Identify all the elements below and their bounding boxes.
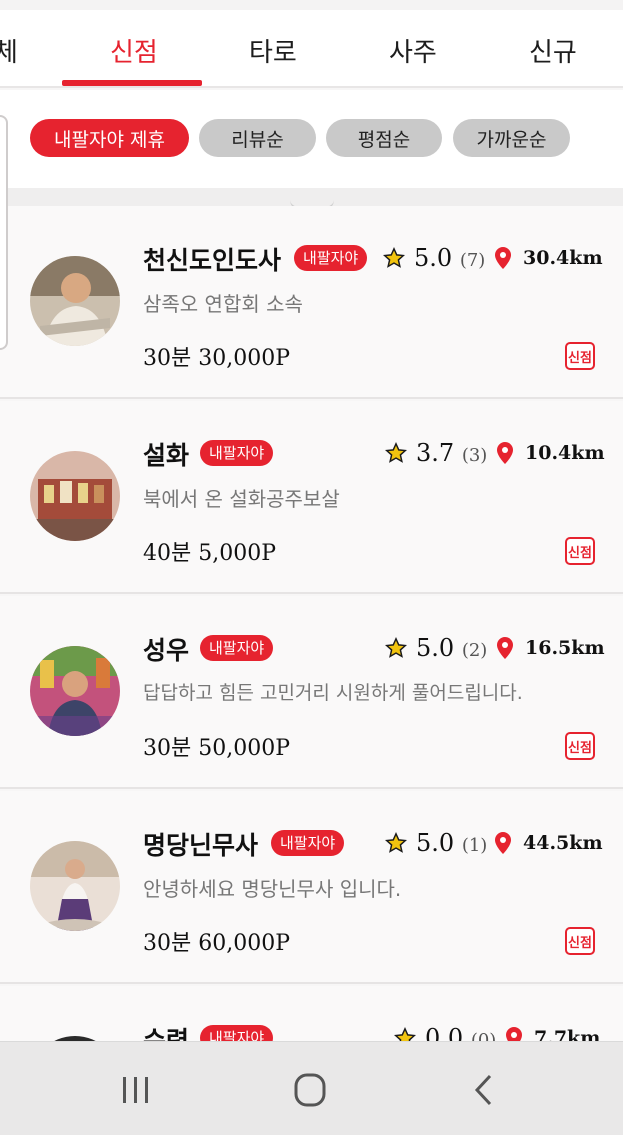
listing-name: 설화 (143, 441, 190, 470)
tab-new[interactable]: 신규 (529, 32, 577, 69)
filter-review-chip[interactable]: 리뷰순 (199, 119, 316, 157)
star-icon (385, 442, 407, 463)
rating-value: 5.0 (7) (414, 244, 486, 272)
price-label: 30분 60,000P (143, 931, 291, 956)
listing-description: 답답하고 힘든 고민거리 시원하게 풀어드립니다. (143, 682, 523, 704)
listing-card[interactable]: 성우 내팔자야 5.0 (2) 16.5km 답답하고 힘든 고민거리 시원하게… (0, 596, 623, 789)
filter-distance-chip[interactable]: 가까운순 (453, 119, 570, 157)
listing-card[interactable]: 설화 내팔자야 3.7 (3) 10.4km 북에서 온 설화공주보살 40분 … (0, 401, 623, 594)
listing-name: 천신도인도사 (143, 246, 282, 275)
partner-badge: 내팔자야 (200, 440, 274, 466)
location-pin-icon (497, 637, 513, 659)
tab-shinjeom[interactable]: 신점 (110, 32, 158, 69)
tab-all[interactable]: 체 (0, 32, 18, 69)
partner-badge: 내팔자야 (200, 635, 274, 661)
listing-card[interactable]: 천신도인도사 내팔자야 5.0 (7) 30.4km 삼족오 연합회 소속 30… (0, 206, 623, 399)
location-pin-icon (495, 832, 511, 854)
distance-value: 16.5km (525, 637, 605, 659)
avatar (30, 256, 120, 346)
status-strip (0, 0, 623, 10)
system-navigation-bar (0, 1041, 623, 1135)
distance-value: 30.4km (523, 247, 603, 269)
location-pin-icon (497, 442, 513, 464)
category-stamp: 신점 (565, 342, 595, 370)
filter-rating-chip[interactable]: 평점순 (326, 119, 442, 157)
location-pin-icon (495, 247, 511, 269)
tab-saju[interactable]: 사주 (389, 32, 437, 69)
avatar (30, 841, 120, 931)
star-icon (383, 247, 405, 268)
listing-description: 삼족오 연합회 소속 (143, 292, 303, 316)
avatar (30, 451, 120, 541)
rating-value: 5.0 (2) (416, 634, 488, 662)
tab-tarot[interactable]: 타로 (249, 32, 297, 69)
price-label: 40분 5,000P (143, 541, 277, 566)
rating-value: 3.7 (3) (416, 439, 488, 467)
partner-badge: 내팔자야 (294, 245, 368, 271)
category-tab-bar: 체 신점 타로 사주 신규 (0, 10, 623, 88)
avatar (30, 646, 120, 736)
star-icon (385, 832, 407, 853)
listing-card[interactable]: 명당닌무사 내팔자야 5.0 (1) 44.5km 안녕하세요 명당닌무사 입니… (0, 791, 623, 984)
price-label: 30분 30,000P (143, 346, 291, 371)
listing-name: 명당닌무사 (143, 831, 259, 860)
listing-description: 안녕하세요 명당닌무사 입니다. (143, 877, 402, 901)
listing-name: 성우 (143, 636, 190, 665)
distance-value: 44.5km (523, 832, 603, 854)
rating-value: 5.0 (1) (416, 829, 488, 857)
price-label: 30분 50,000P (143, 736, 291, 761)
back-icon[interactable] (466, 1072, 506, 1108)
home-icon[interactable] (290, 1072, 330, 1108)
filter-partner-chip[interactable]: 내팔자야 제휴 (30, 119, 189, 157)
category-stamp: 신점 (565, 537, 595, 565)
recent-apps-icon[interactable] (116, 1072, 156, 1108)
listing-description: 북에서 온 설화공주보살 (143, 487, 340, 511)
active-tab-indicator (62, 80, 202, 86)
category-stamp: 신점 (565, 732, 595, 760)
partner-badge: 내팔자야 (271, 830, 345, 856)
distance-value: 10.4km (525, 442, 605, 464)
side-drawer-edge[interactable] (0, 115, 8, 350)
category-stamp: 신점 (565, 927, 595, 955)
star-icon (385, 637, 407, 658)
